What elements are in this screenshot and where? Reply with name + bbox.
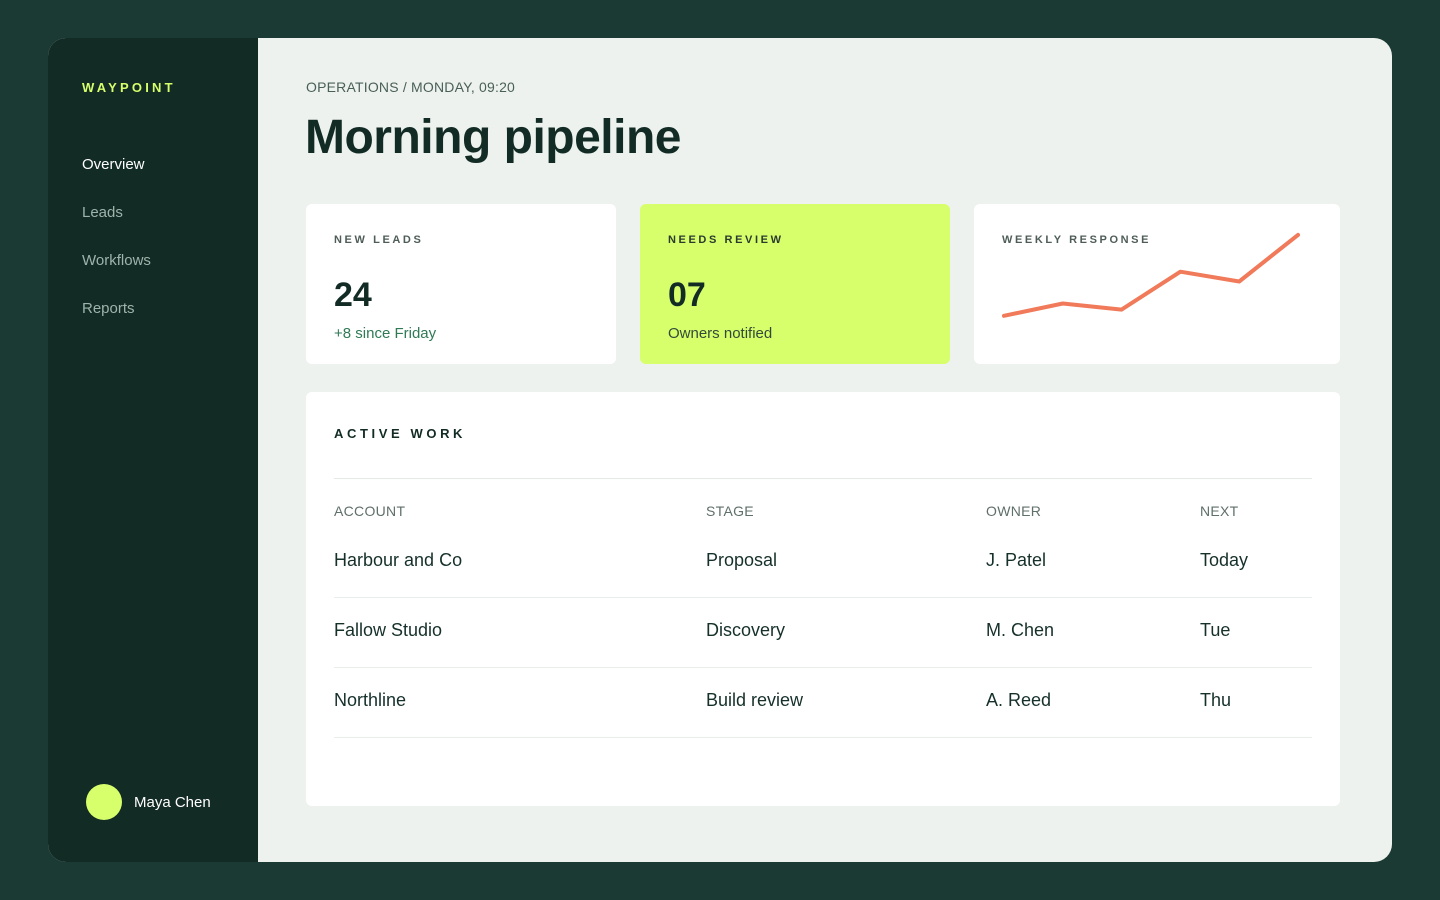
cell-account: Northline [334,690,407,710]
brand-logo: WAYPOINT [82,80,176,95]
new-leads-card[interactable]: NEW LEADS 24 +8 since Friday [306,204,616,364]
table-row[interactable]: Northline Build review A. Reed Thu [334,668,1312,738]
user-name: Maya Chen [134,793,211,811]
cell-owner: A. Reed [986,690,1052,710]
column-header-account[interactable]: ACCOUNT [334,503,405,519]
cell-next: Today [1200,550,1249,570]
cell-next: Tue [1200,620,1231,640]
page-title: Morning pipeline [305,111,681,164]
card-value: 07 [668,276,706,314]
cell-owner: J. Patel [986,550,1047,570]
card-subtext: +8 since Friday [334,325,437,342]
avatar [86,784,122,820]
table-row[interactable]: Fallow Studio Discovery M. Chen Tue [334,598,1312,668]
sidebar-item-leads[interactable]: Leads [82,204,151,252]
sidebar-nav: Overview Leads Workflows Reports [82,156,151,348]
cell-owner: M. Chen [986,620,1055,640]
breadcrumb: OPERATIONS / MONDAY, 09:20 [306,79,516,95]
user-profile[interactable]: Maya Chen [86,784,211,820]
weekly-response-card[interactable]: WEEKLY RESPONSE [974,204,1340,364]
cell-account: Fallow Studio [334,620,443,640]
cell-stage: Proposal [706,550,778,570]
app-window: WAYPOINT Overview Leads Workflows Report… [48,38,1392,862]
cell-stage: Discovery [706,620,786,640]
cell-account: Harbour and Co [334,550,463,570]
column-header-stage[interactable]: STAGE [706,503,754,519]
card-subtext: Owners notified [668,325,773,342]
weekly-response-chart [1002,232,1300,318]
active-work-panel: ACTIVE WORK ACCOUNT STAGE OWNER NEXT Har… [306,392,1340,806]
card-label: NEW LEADS [334,234,424,246]
response-line [1002,232,1300,318]
divider [334,478,1312,479]
column-header-owner[interactable]: OWNER [986,503,1041,519]
card-value: 24 [334,276,372,314]
card-label: NEEDS REVIEW [668,234,784,246]
panel-title: ACTIVE WORK [334,426,467,441]
table-row[interactable]: Harbour and Co Proposal J. Patel Today [334,528,1312,598]
sidebar-item-workflows[interactable]: Workflows [82,252,151,300]
sidebar-item-reports[interactable]: Reports [82,300,151,348]
cell-stage: Build review [706,690,804,710]
cell-next: Thu [1200,690,1232,710]
sidebar: WAYPOINT Overview Leads Workflows Report… [48,38,258,862]
main-content: OPERATIONS / MONDAY, 09:20 Morning pipel… [258,38,1392,862]
sidebar-item-overview[interactable]: Overview [82,156,151,204]
needs-review-card[interactable]: NEEDS REVIEW 07 Owners notified [640,204,950,364]
column-header-next[interactable]: NEXT [1200,503,1239,519]
